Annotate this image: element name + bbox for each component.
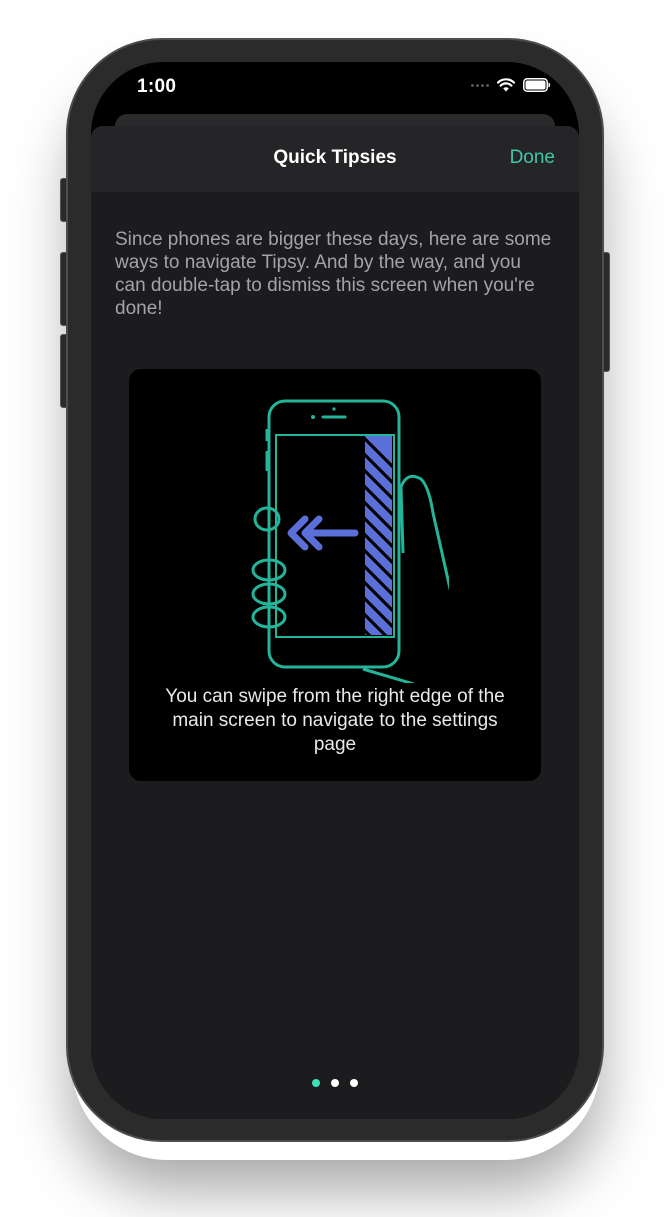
cellular-signal-icon (471, 83, 489, 87)
page-control[interactable] (91, 1079, 579, 1087)
wifi-icon (497, 78, 515, 92)
sheet-title: Quick Tipsies (273, 147, 397, 168)
page-dot-3[interactable] (350, 1079, 358, 1087)
intro-text: Since phones are bigger these days, here… (115, 229, 552, 319)
tip-card[interactable]: You can swipe from the right edge of the… (129, 369, 541, 781)
done-button[interactable]: Done (510, 147, 555, 169)
swipe-from-right-edge-illustration (251, 399, 449, 683)
status-time: 1:00 (137, 76, 177, 97)
page-dot-1[interactable] (312, 1079, 320, 1087)
tip-caption: You can swipe from the right edge of the… (165, 686, 505, 755)
battery-icon (523, 78, 551, 92)
quick-tips-sheet: Quick Tipsies Done Since phones are bigg… (91, 126, 579, 1119)
page-dot-2[interactable] (331, 1079, 339, 1087)
navigation-bar: Quick Tipsies Done (91, 126, 579, 192)
notch (211, 62, 459, 98)
status-icons (471, 78, 551, 92)
phone-screen: 1:00 Quick Tipsies Done Since phones are… (91, 62, 579, 1119)
